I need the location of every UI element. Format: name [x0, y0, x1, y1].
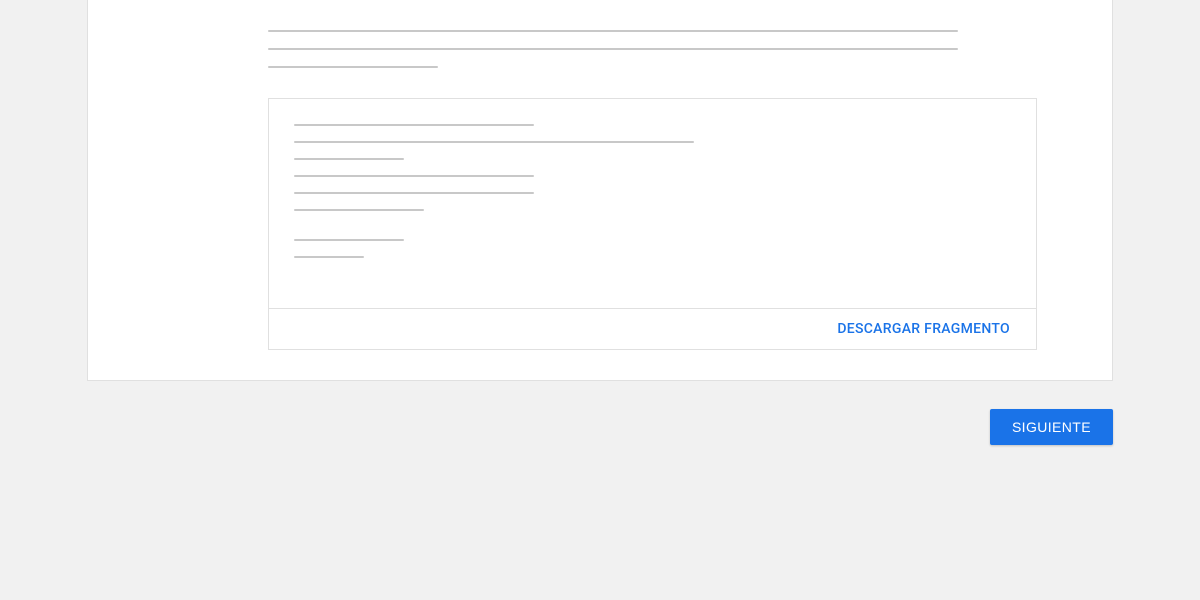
snippet-footer: DESCARGAR FRAGMENTO	[269, 308, 1036, 349]
content-area: DESCARGAR FRAGMENTO	[88, 0, 1112, 350]
placeholder-line	[294, 192, 534, 194]
description-placeholder	[268, 0, 932, 68]
download-snippet-button[interactable]: DESCARGAR FRAGMENTO	[837, 317, 1010, 341]
placeholder-line	[268, 30, 958, 32]
placeholder-line	[294, 158, 404, 160]
placeholder-line	[268, 48, 958, 50]
placeholder-line	[294, 124, 534, 126]
snippet-body	[269, 99, 1036, 308]
placeholder-line	[294, 239, 404, 241]
placeholder-line	[294, 141, 694, 143]
main-card: DESCARGAR FRAGMENTO	[87, 0, 1113, 381]
action-row: SIGUIENTE	[0, 409, 1113, 445]
placeholder-line	[268, 66, 438, 68]
placeholder-line	[294, 256, 364, 258]
placeholder-line	[294, 209, 424, 211]
next-button[interactable]: SIGUIENTE	[990, 409, 1113, 445]
placeholder-line	[294, 175, 534, 177]
snippet-card: DESCARGAR FRAGMENTO	[268, 98, 1037, 350]
